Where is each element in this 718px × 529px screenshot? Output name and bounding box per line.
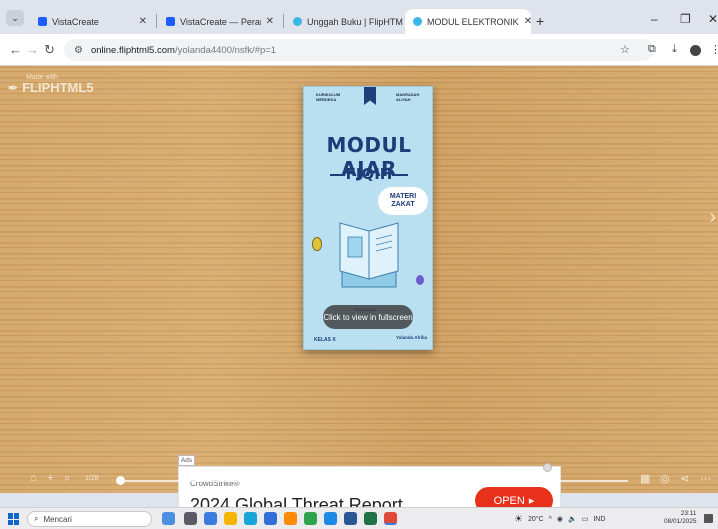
page-slider-handle[interactable] (116, 476, 125, 485)
cover-author: Yolanda Afrilia (396, 335, 428, 340)
store-icon[interactable] (264, 512, 277, 525)
network-icon[interactable]: ◉ (557, 515, 563, 523)
cover-subtitle: FIQIH (345, 165, 393, 183)
pen-icon: ✒ (8, 80, 19, 95)
close-tab-icon[interactable]: ✕ (266, 16, 274, 27)
search-icon[interactable]: ⌕ (64, 472, 70, 485)
cover-curriculum: KURIKULUM MERDEKA (316, 92, 341, 102)
tab-vistacreate[interactable]: VistaCreate ✕ (30, 9, 155, 34)
cover-topic: MATERI ZAKAT (389, 193, 417, 209)
app-icon[interactable] (224, 512, 237, 525)
page-slider-track[interactable] (120, 480, 628, 482)
url-domain: online.fliphtml5.com (90, 44, 175, 56)
taskbar-search-input[interactable]: ⌕ Mencari (27, 511, 152, 527)
next-page-arrow-icon[interactable]: › (709, 206, 716, 229)
ad-open-label: OPEN (493, 494, 525, 507)
page-counter[interactable]: 1/28 (85, 475, 99, 482)
clock[interactable]: 23:11 08/01/2025 (664, 510, 697, 526)
autoplay-icon[interactable]: ◎ (660, 472, 670, 485)
close-window-button[interactable]: ✕ (708, 12, 718, 26)
chrome-icon[interactable] (384, 512, 397, 525)
vistacreate-favicon-icon (166, 17, 175, 26)
taskbar-search-placeholder: Mencari (43, 514, 72, 524)
tab-label: VistaCreate (52, 16, 99, 27)
address-bar[interactable]: ⚙ online.fliphtml5.com/yolanda4400/nsfk/… (64, 39, 654, 61)
clock-time: 23:11 (680, 510, 697, 517)
home-icon[interactable]: ⌂ (30, 472, 37, 484)
tab-label: Unggah Buku | FlipHTML5 (307, 16, 403, 27)
balloon-illustration (312, 237, 322, 251)
app-icon[interactable] (324, 512, 337, 525)
close-tab-icon[interactable]: ✕ (139, 16, 147, 27)
fliphtml5-favicon-icon (413, 17, 422, 26)
search-icon: ⌕ (34, 514, 39, 523)
weather-icon[interactable]: ☀ (514, 514, 523, 525)
thumbnails-icon[interactable]: ▦ (640, 472, 650, 485)
volume-icon[interactable]: 🔈 (568, 515, 577, 523)
reload-button[interactable]: ↻ (44, 42, 55, 58)
tab-modul-elektronik[interactable]: MODUL ELEKTRONIK ✕ (405, 9, 531, 34)
fliphtml5-logo[interactable]: Made with ✒ FLIPHTML5 (8, 74, 94, 94)
play-arrow-icon: ▸ (528, 495, 535, 507)
task-view-icon[interactable] (184, 512, 197, 525)
tab-label: MODUL ELEKTRONIK (427, 16, 519, 27)
windows-start-icon[interactable] (8, 513, 20, 525)
bookmark-ribbon (364, 87, 376, 105)
browser-toolbar: ← → ↻ ⚙ online.fliphtml5.com/yolanda4400… (0, 34, 718, 66)
share-icon[interactable]: ⋖ (680, 472, 689, 485)
chevron-down-icon: ⌄ (11, 12, 19, 23)
tab-strip: ⌄ VistaCreate ✕ VistaCreate — Perangkat … (0, 0, 718, 34)
tab-separator (156, 14, 157, 28)
temperature[interactable]: 20°C (528, 516, 544, 523)
tab-label: VistaCreate — Perangkat Lunak (180, 16, 261, 27)
more-options-icon[interactable]: ⋯ (700, 472, 711, 485)
extensions-icon[interactable]: ⧉ (648, 43, 656, 56)
download-icon[interactable]: ⤓ (672, 43, 677, 56)
app-icon[interactable] (304, 512, 317, 525)
excel-icon[interactable] (364, 512, 377, 525)
tab-vistacreate-perangkat[interactable]: VistaCreate — Perangkat Lunak ✕ (158, 9, 282, 34)
edge-icon[interactable] (244, 512, 257, 525)
back-button[interactable]: ← (9, 42, 22, 57)
notification-icon[interactable] (704, 514, 713, 523)
cover-topic-cloud: MATERI ZAKAT (378, 187, 428, 215)
url-path: /yolanda4400/nsfk/#p=1 (174, 44, 277, 56)
battery-icon[interactable]: ▭ (582, 515, 589, 523)
profile-avatar[interactable] (690, 45, 701, 56)
language-indicator[interactable]: IND (593, 516, 605, 523)
word-icon[interactable] (344, 512, 357, 525)
chevron-up-icon[interactable]: ^ (549, 516, 552, 523)
tab-separator (283, 14, 284, 28)
ad-badge: Ads (178, 455, 195, 466)
zoom-in-icon[interactable]: + (47, 472, 53, 484)
tab-search-button[interactable]: ⌄ (6, 10, 24, 26)
cover-school: MADRASAH ALIYAH (396, 92, 420, 102)
fullscreen-hint-button[interactable]: Click to view in fullscreen (323, 305, 413, 329)
app-icon[interactable] (284, 512, 297, 525)
cover-subtitle-wrap: FIQIH (304, 165, 432, 183)
maximize-button[interactable]: ❐ (680, 12, 691, 26)
balloon-illustration (416, 275, 424, 285)
site-info-icon[interactable]: ⚙ (74, 45, 83, 56)
more-menu-icon[interactable]: ⋮ (710, 43, 718, 56)
viewer-controls: ⌂ + ⌕ 1/28 ▦ ◎ ⋖ ⋯ (0, 470, 718, 492)
vistacreate-favicon-icon (38, 17, 47, 26)
bookmark-star-icon[interactable]: ☆ (620, 43, 630, 56)
flipbook-viewer: Made with ✒ FLIPHTML5 › KURIKULUM MERDEKA… (0, 66, 718, 528)
widgets-icon[interactable] (162, 512, 175, 525)
windows-taskbar: ⌕ Mencari ☀ 20°C ^ ◉ 🔈 ▭ IND 23:11 08/01… (0, 507, 718, 529)
close-tab-icon[interactable]: ✕ (524, 16, 531, 27)
system-tray: ☀ 20°C ^ ◉ 🔈 ▭ IND (514, 510, 605, 528)
cover-class: KELAS X (314, 337, 336, 343)
forward-button[interactable]: → (26, 42, 39, 57)
file-explorer-icon[interactable] (204, 512, 217, 525)
tab-unggah-buku[interactable]: Unggah Buku | FlipHTML5 ✕ (285, 9, 403, 34)
open-book-illustration (339, 222, 399, 288)
clock-date: 08/01/2025 (664, 517, 697, 525)
logo-name: FLIPHTML5 (22, 80, 94, 95)
new-tab-button[interactable]: + (536, 13, 544, 29)
fliphtml5-favicon-icon (293, 17, 302, 26)
minimize-button[interactable]: – (651, 12, 658, 26)
